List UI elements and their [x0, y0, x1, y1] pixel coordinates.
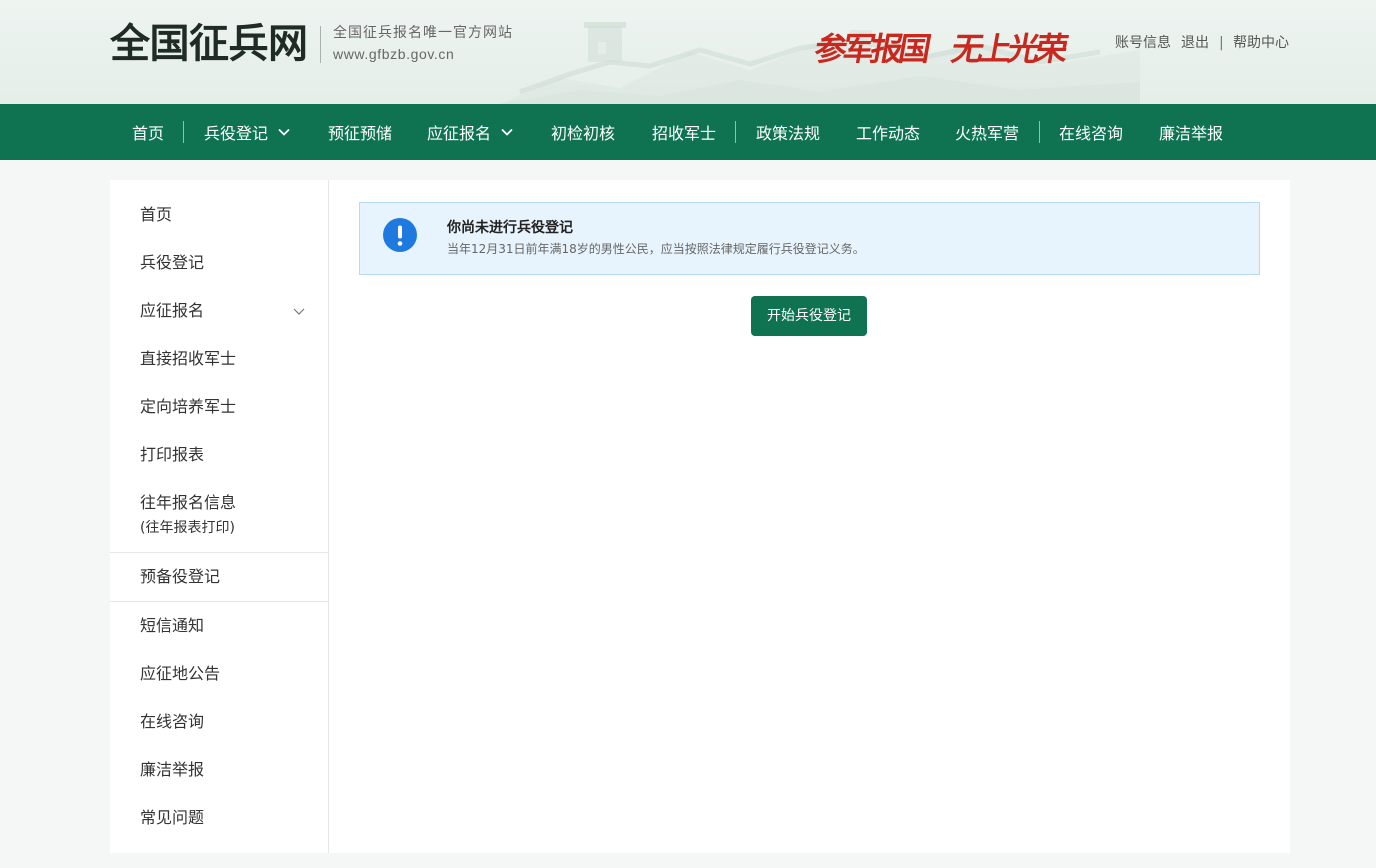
- sidebar-item-reserve-registration[interactable]: 预备役登记: [110, 553, 328, 602]
- sidebar-item-online-consult[interactable]: 在线咨询: [110, 698, 328, 746]
- nav-item-label: 火热军营: [955, 124, 1020, 143]
- sidebar-item-faq[interactable]: 常见问题: [110, 794, 328, 842]
- exclamation-circle-icon: [383, 218, 417, 252]
- slogan-left: 参军报国: [811, 30, 931, 68]
- help-center-link[interactable]: 帮助中心: [1233, 34, 1289, 52]
- nav-item-label: 应征报名: [427, 124, 492, 143]
- site-logo[interactable]: 全国征兵网: [110, 20, 308, 68]
- nav-item-barracks[interactable]: 火热军营: [937, 104, 1037, 160]
- sidebar-item-direct-nco[interactable]: 直接招收军士: [110, 335, 328, 383]
- sidebar-item-military-registration[interactable]: 兵役登记: [110, 239, 328, 287]
- nav-item-label: 政策法规: [756, 124, 821, 143]
- nav-item-label: 廉洁举报: [1159, 124, 1224, 143]
- nav-item-home[interactable]: 首页: [114, 104, 182, 160]
- sidebar-item-local-announcements[interactable]: 应征地公告: [110, 650, 328, 698]
- nav-divider: [183, 121, 184, 143]
- alert-title: 你尚未进行兵役登记: [447, 220, 573, 236]
- sidebar-item-home[interactable]: 首页: [110, 191, 328, 239]
- nav-item-label: 在线咨询: [1059, 124, 1124, 143]
- nav-item-label: 工作动态: [856, 124, 921, 143]
- nav-item-pre-recruit[interactable]: 预征预储: [310, 104, 410, 160]
- nav-item-label: 预征预储: [328, 124, 393, 143]
- nav-item-label: 首页: [132, 124, 165, 143]
- logo-divider: [320, 26, 321, 63]
- logout-link[interactable]: 退出: [1181, 34, 1209, 52]
- chevron-down-icon: [501, 128, 513, 136]
- slogan-right: 无上光荣: [948, 30, 1068, 68]
- header-link-separator: |: [1219, 35, 1224, 51]
- nav-item-initial-check[interactable]: 初检初核: [533, 104, 633, 160]
- nav-item-label: 初检初核: [551, 124, 616, 143]
- chevron-down-icon: [278, 128, 290, 136]
- registration-alert: 你尚未进行兵役登记 当年12月31日前年满18岁的男性公民，应当按照法律规定履行…: [359, 202, 1260, 275]
- sidebar-item-sublabel: (往年报表打印): [140, 520, 235, 536]
- sidebar-item-directed-nco[interactable]: 定向培养军士: [110, 383, 328, 431]
- nav-item-enlistment-signup[interactable]: 应征报名: [409, 104, 531, 160]
- account-info-link[interactable]: 账号信息: [1115, 34, 1171, 52]
- site-url: www.gfbzb.gov.cn: [333, 46, 455, 62]
- sidebar-item-enlistment-signup[interactable]: 应征报名: [110, 287, 328, 335]
- chevron-down-icon: [293, 308, 305, 315]
- start-registration-button[interactable]: 开始兵役登记: [751, 296, 867, 336]
- sidebar-item-integrity-report[interactable]: 廉洁举报: [110, 746, 328, 794]
- sidebar: 首页 兵役登记 应征报名 直接招收军士 定向培养军士 打印报表 往年报名信息 (…: [110, 180, 329, 853]
- sidebar-item-past-signups[interactable]: 往年报名信息 (往年报表打印): [110, 479, 328, 553]
- main-nav: 首页 兵役登记 预征预储 应征报名 初检初核 招收军士 政策法规 工作动态 火热…: [0, 104, 1376, 160]
- sidebar-item-label: 应征报名: [140, 301, 205, 320]
- nav-item-nco-recruit[interactable]: 招收军士: [634, 104, 734, 160]
- sidebar-item-print-forms[interactable]: 打印报表: [110, 431, 328, 479]
- alert-description: 当年12月31日前年满18岁的男性公民，应当按照法律规定履行兵役登记义务。: [447, 242, 865, 256]
- site-subtitle: 全国征兵报名唯一官方网站: [333, 25, 513, 41]
- sidebar-item-sms-notice[interactable]: 短信通知: [110, 602, 328, 650]
- nav-item-label: 兵役登记: [204, 124, 269, 143]
- nav-item-online-consult[interactable]: 在线咨询: [1041, 104, 1141, 160]
- nav-item-integrity-report[interactable]: 廉洁举报: [1141, 104, 1241, 160]
- nav-item-military-registration[interactable]: 兵役登记: [186, 104, 308, 160]
- nav-divider: [735, 121, 736, 143]
- nav-divider: [1039, 121, 1040, 143]
- nav-item-label: 招收军士: [652, 124, 717, 143]
- main-panel: 你尚未进行兵役登记 当年12月31日前年满18岁的男性公民，应当按照法律规定履行…: [329, 180, 1290, 853]
- content-container: 首页 兵役登记 应征报名 直接招收军士 定向培养军士 打印报表 往年报名信息 (…: [110, 180, 1290, 853]
- nav-item-news[interactable]: 工作动态: [838, 104, 938, 160]
- nav-item-policy[interactable]: 政策法规: [738, 104, 838, 160]
- site-header: 全国征兵网 全国征兵报名唯一官方网站 www.gfbzb.gov.cn 参军报国…: [0, 0, 1376, 104]
